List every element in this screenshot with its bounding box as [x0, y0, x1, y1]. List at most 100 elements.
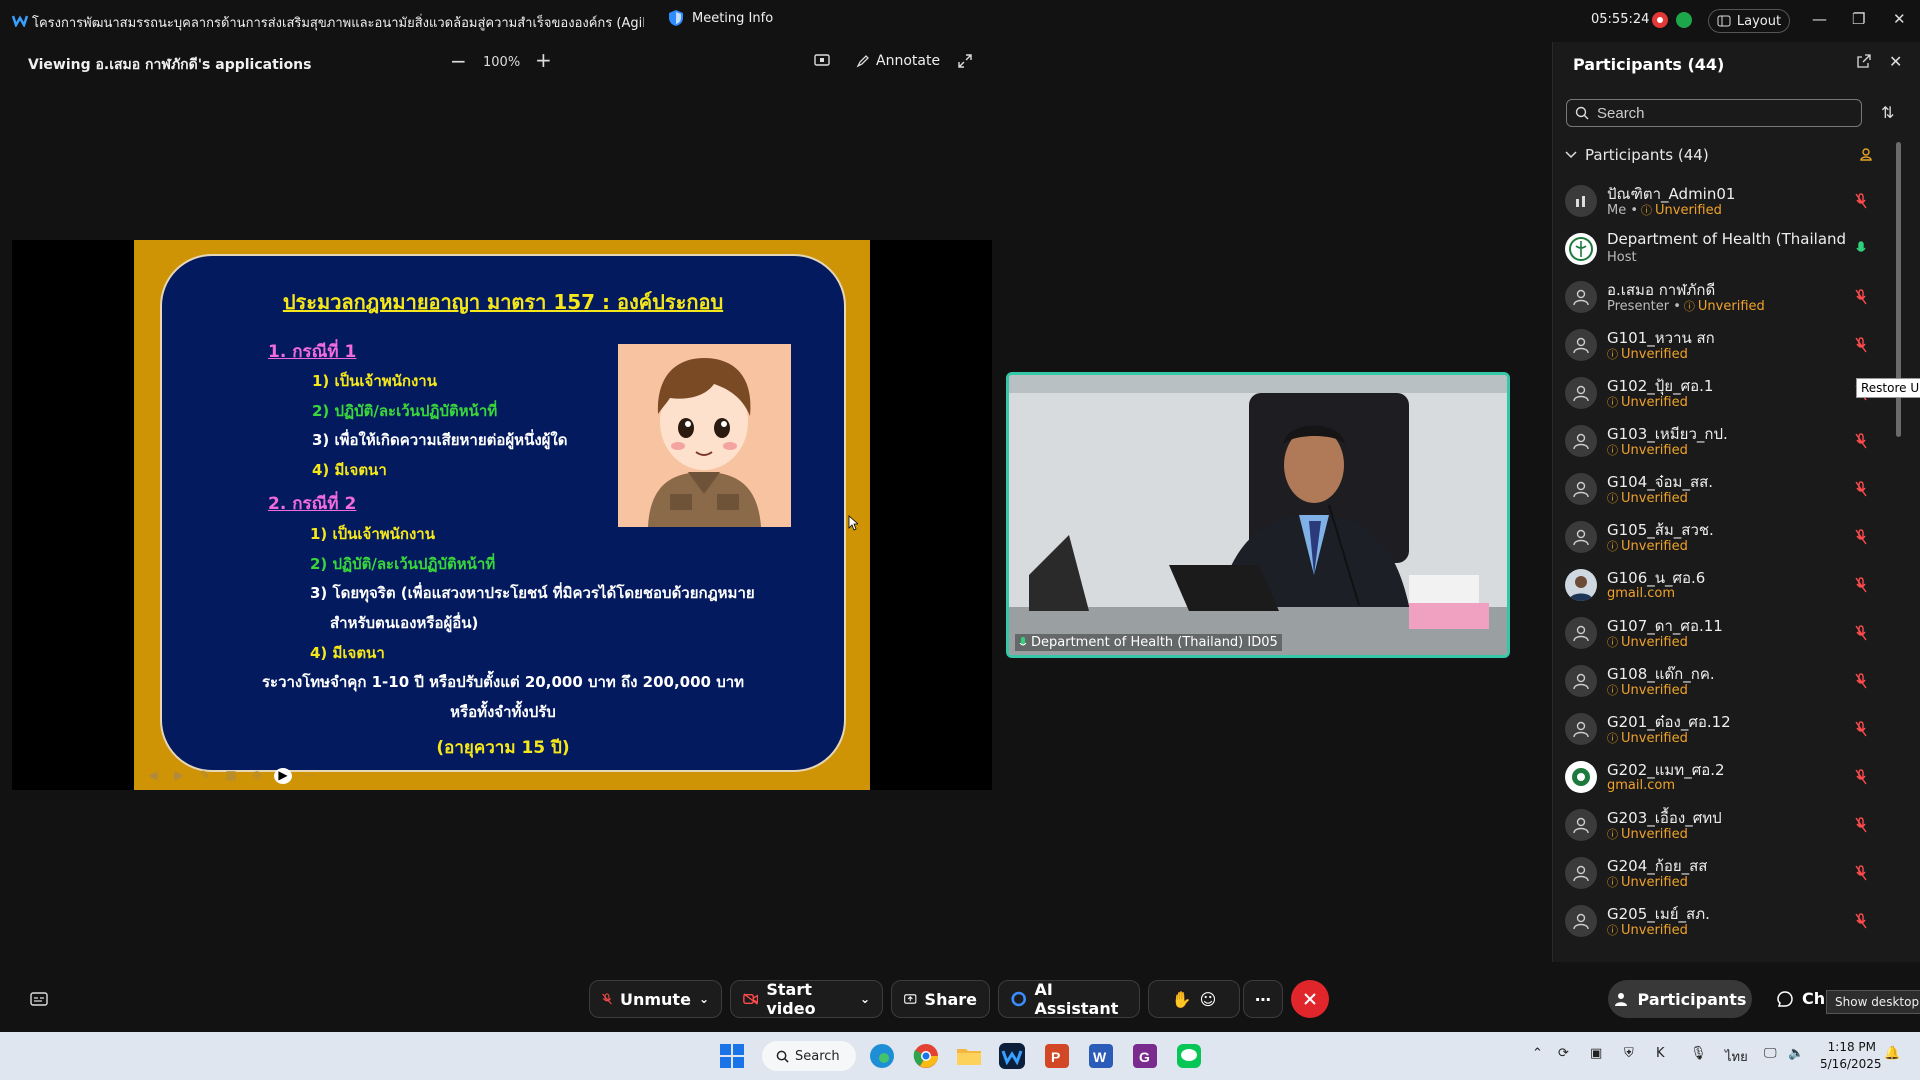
layout-button[interactable]: Layout [1708, 9, 1790, 33]
host-group-icon[interactable] [1859, 147, 1873, 161]
tray-k-icon[interactable]: K [1656, 1046, 1665, 1061]
participant-search[interactable] [1566, 99, 1862, 127]
leave-meeting-button[interactable] [1291, 980, 1329, 1018]
participant-row[interactable]: G204_ก้อย_สส ⓘ Unverified [1553, 849, 1893, 897]
notification-bell-icon[interactable]: 🔔 [1884, 1046, 1900, 1061]
chrome-icon[interactable] [912, 1042, 940, 1070]
edge-icon[interactable] [868, 1042, 896, 1070]
line-app-icon[interactable] [1175, 1042, 1203, 1070]
mic-muted-icon[interactable] [1855, 625, 1867, 641]
volume-icon[interactable]: 🔈 [1788, 1046, 1804, 1061]
audio-connection-icon[interactable] [1676, 12, 1692, 28]
mic-muted-icon[interactable] [1855, 817, 1867, 833]
next-slide-icon[interactable]: ▶ [170, 768, 188, 784]
mic-muted-icon[interactable] [1855, 673, 1867, 689]
chat-button[interactable]: Ch [1776, 989, 1825, 1008]
zoom-in-icon[interactable]: + [535, 48, 552, 72]
participant-row[interactable]: อ.เสมอ กาฬภักดี Presenter • ⓘ Unverified [1553, 273, 1893, 321]
mic-muted-icon[interactable] [1855, 337, 1867, 353]
participant-row[interactable]: G106_น_ศอ.6 gmail.com [1553, 561, 1893, 609]
pen-icon[interactable]: ✎ [196, 768, 214, 784]
slide-controls: ◀ ▶ ✎ ▦ ⊕ ▶ ⋯ [144, 768, 318, 784]
mic-muted-icon[interactable] [1855, 721, 1867, 737]
zoom-slide-icon[interactable]: ⊕ [248, 768, 266, 784]
slides-grid-icon[interactable]: ▦ [222, 768, 240, 784]
ai-assistant-icon [1011, 991, 1027, 1007]
sync-icon[interactable]: ⟳ [1558, 1046, 1569, 1061]
sort-icon[interactable]: ⇅ [1881, 103, 1894, 122]
shared-screen[interactable]: ประมวลกฎหมายอาญา มาตรา 157 : องค์ประกอบ … [12, 240, 992, 790]
defender-icon[interactable]: ⛨ [1624, 1046, 1634, 1061]
mic-muted-icon[interactable] [1855, 481, 1867, 497]
webex-app-icon[interactable] [998, 1042, 1026, 1070]
taskbar-clock[interactable]: 1:18 PM 5/16/2025 [1820, 1039, 1882, 1073]
recording-icon[interactable] [1652, 12, 1668, 28]
minimize-icon[interactable]: — [1812, 10, 1827, 28]
participant-row[interactable]: G104_จ๋อม_สส. ⓘ Unverified [1553, 465, 1893, 513]
annotate-button[interactable]: Annotate [856, 53, 940, 69]
fullscreen-icon[interactable] [958, 54, 972, 68]
participant-row[interactable]: G202_แมท_ศอ.2 gmail.com [1553, 753, 1893, 801]
closed-caption-icon[interactable] [30, 992, 48, 1006]
tray-app-icon[interactable]: ▣ [1590, 1046, 1602, 1061]
mic-muted-icon[interactable] [1855, 193, 1867, 209]
more-options-icon[interactable]: ⋯ [300, 768, 318, 784]
participant-row[interactable]: Department of Health (Thailand... Host [1553, 225, 1893, 273]
camera-icon[interactable]: ▶ [274, 768, 292, 784]
start-video-button[interactable]: Start video ⌄ [730, 980, 883, 1018]
network-icon[interactable]: 🖵 [1764, 1046, 1777, 1061]
participant-row[interactable]: G205_เมย์_สภ. ⓘ Unverified [1553, 897, 1893, 945]
restore-icon[interactable]: ❐ [1852, 10, 1865, 28]
participant-row[interactable]: G201_ต๋อง_ศอ.12 ⓘ Unverified [1553, 705, 1893, 753]
mic-muted-icon[interactable] [1855, 529, 1867, 545]
meeting-info-button[interactable]: Meeting Info [668, 9, 773, 27]
unmute-button[interactable]: Unmute ⌄ [589, 980, 722, 1018]
chevron-down-icon[interactable]: ⌄ [860, 992, 870, 1006]
search-input[interactable] [1597, 104, 1837, 122]
mic-muted-icon[interactable] [1855, 769, 1867, 785]
chevron-down-icon[interactable]: ⌄ [699, 992, 709, 1006]
mic-muted-icon[interactable] [1855, 433, 1867, 449]
mic-muted-icon[interactable] [1855, 577, 1867, 593]
participant-row[interactable]: G203_เอื้อง_ศทป ⓘ Unverified [1553, 801, 1893, 849]
windows-start-icon[interactable] [718, 1042, 746, 1070]
share-button[interactable]: Share [891, 980, 990, 1018]
video-tile[interactable]: Department of Health (Thailand) ID05 [1006, 372, 1510, 658]
mic-active-icon[interactable] [1855, 241, 1867, 257]
participant-avatar [1565, 905, 1597, 937]
close-window-icon[interactable]: ✕ [1893, 10, 1906, 28]
participant-row[interactable]: ปัณฑิตา_Admin01 Me • ⓘ Unverified [1553, 177, 1893, 225]
tray-mic-muted-icon[interactable]: 🎙 [1690, 1046, 1707, 1061]
mic-muted-icon[interactable] [1855, 913, 1867, 929]
mic-muted-icon[interactable] [1855, 289, 1867, 305]
participant-row[interactable]: G103_เหมียว_กป. ⓘ Unverified [1553, 417, 1893, 465]
taskbar-search[interactable]: Search [762, 1041, 856, 1071]
zoom-level[interactable]: 100% [483, 55, 520, 70]
raise-hand-icon[interactable]: ✋ [1172, 990, 1192, 1009]
unverified-icon: ⓘ [1607, 636, 1618, 649]
mic-muted-icon[interactable] [1855, 865, 1867, 881]
prev-slide-icon[interactable]: ◀ [144, 768, 162, 784]
participants-group-header[interactable]: Participants (44) [1565, 146, 1709, 164]
close-panel-icon[interactable]: ✕ [1889, 52, 1902, 71]
zoom-out-icon[interactable]: − [450, 49, 467, 73]
participant-row[interactable]: G105_ส้ม_สวช. ⓘ Unverified [1553, 513, 1893, 561]
word-icon[interactable]: W [1087, 1042, 1115, 1070]
pdf-app-icon[interactable]: G [1131, 1042, 1159, 1070]
share-view-icon[interactable] [814, 54, 830, 68]
participants-button[interactable]: Participants [1608, 980, 1752, 1018]
participant-status: Host [1607, 250, 1637, 265]
file-explorer-icon[interactable] [955, 1042, 983, 1070]
popout-icon[interactable] [1857, 54, 1871, 68]
reactions-icon[interactable]: ☺ [1200, 990, 1217, 1009]
more-options-button[interactable]: ⋯ [1243, 980, 1283, 1018]
participant-row[interactable]: G101_หวาน สก ⓘ Unverified [1553, 321, 1893, 369]
participant-row[interactable]: G107_ดา_ศอ.11 ⓘ Unverified [1553, 609, 1893, 657]
participant-row[interactable]: G108_แด๊ก_กค. ⓘ Unverified [1553, 657, 1893, 705]
powerpoint-icon[interactable]: P [1043, 1042, 1071, 1070]
ai-assistant-button[interactable]: AI Assistant [998, 980, 1140, 1018]
participant-status: gmail.com [1607, 586, 1675, 601]
input-language[interactable]: ไทย [1725, 1046, 1748, 1067]
show-hidden-icons[interactable]: ⌃ [1532, 1046, 1543, 1061]
participant-row[interactable]: G102_ปุ้ย_ศอ.1 ⓘ Unverified [1553, 369, 1893, 417]
